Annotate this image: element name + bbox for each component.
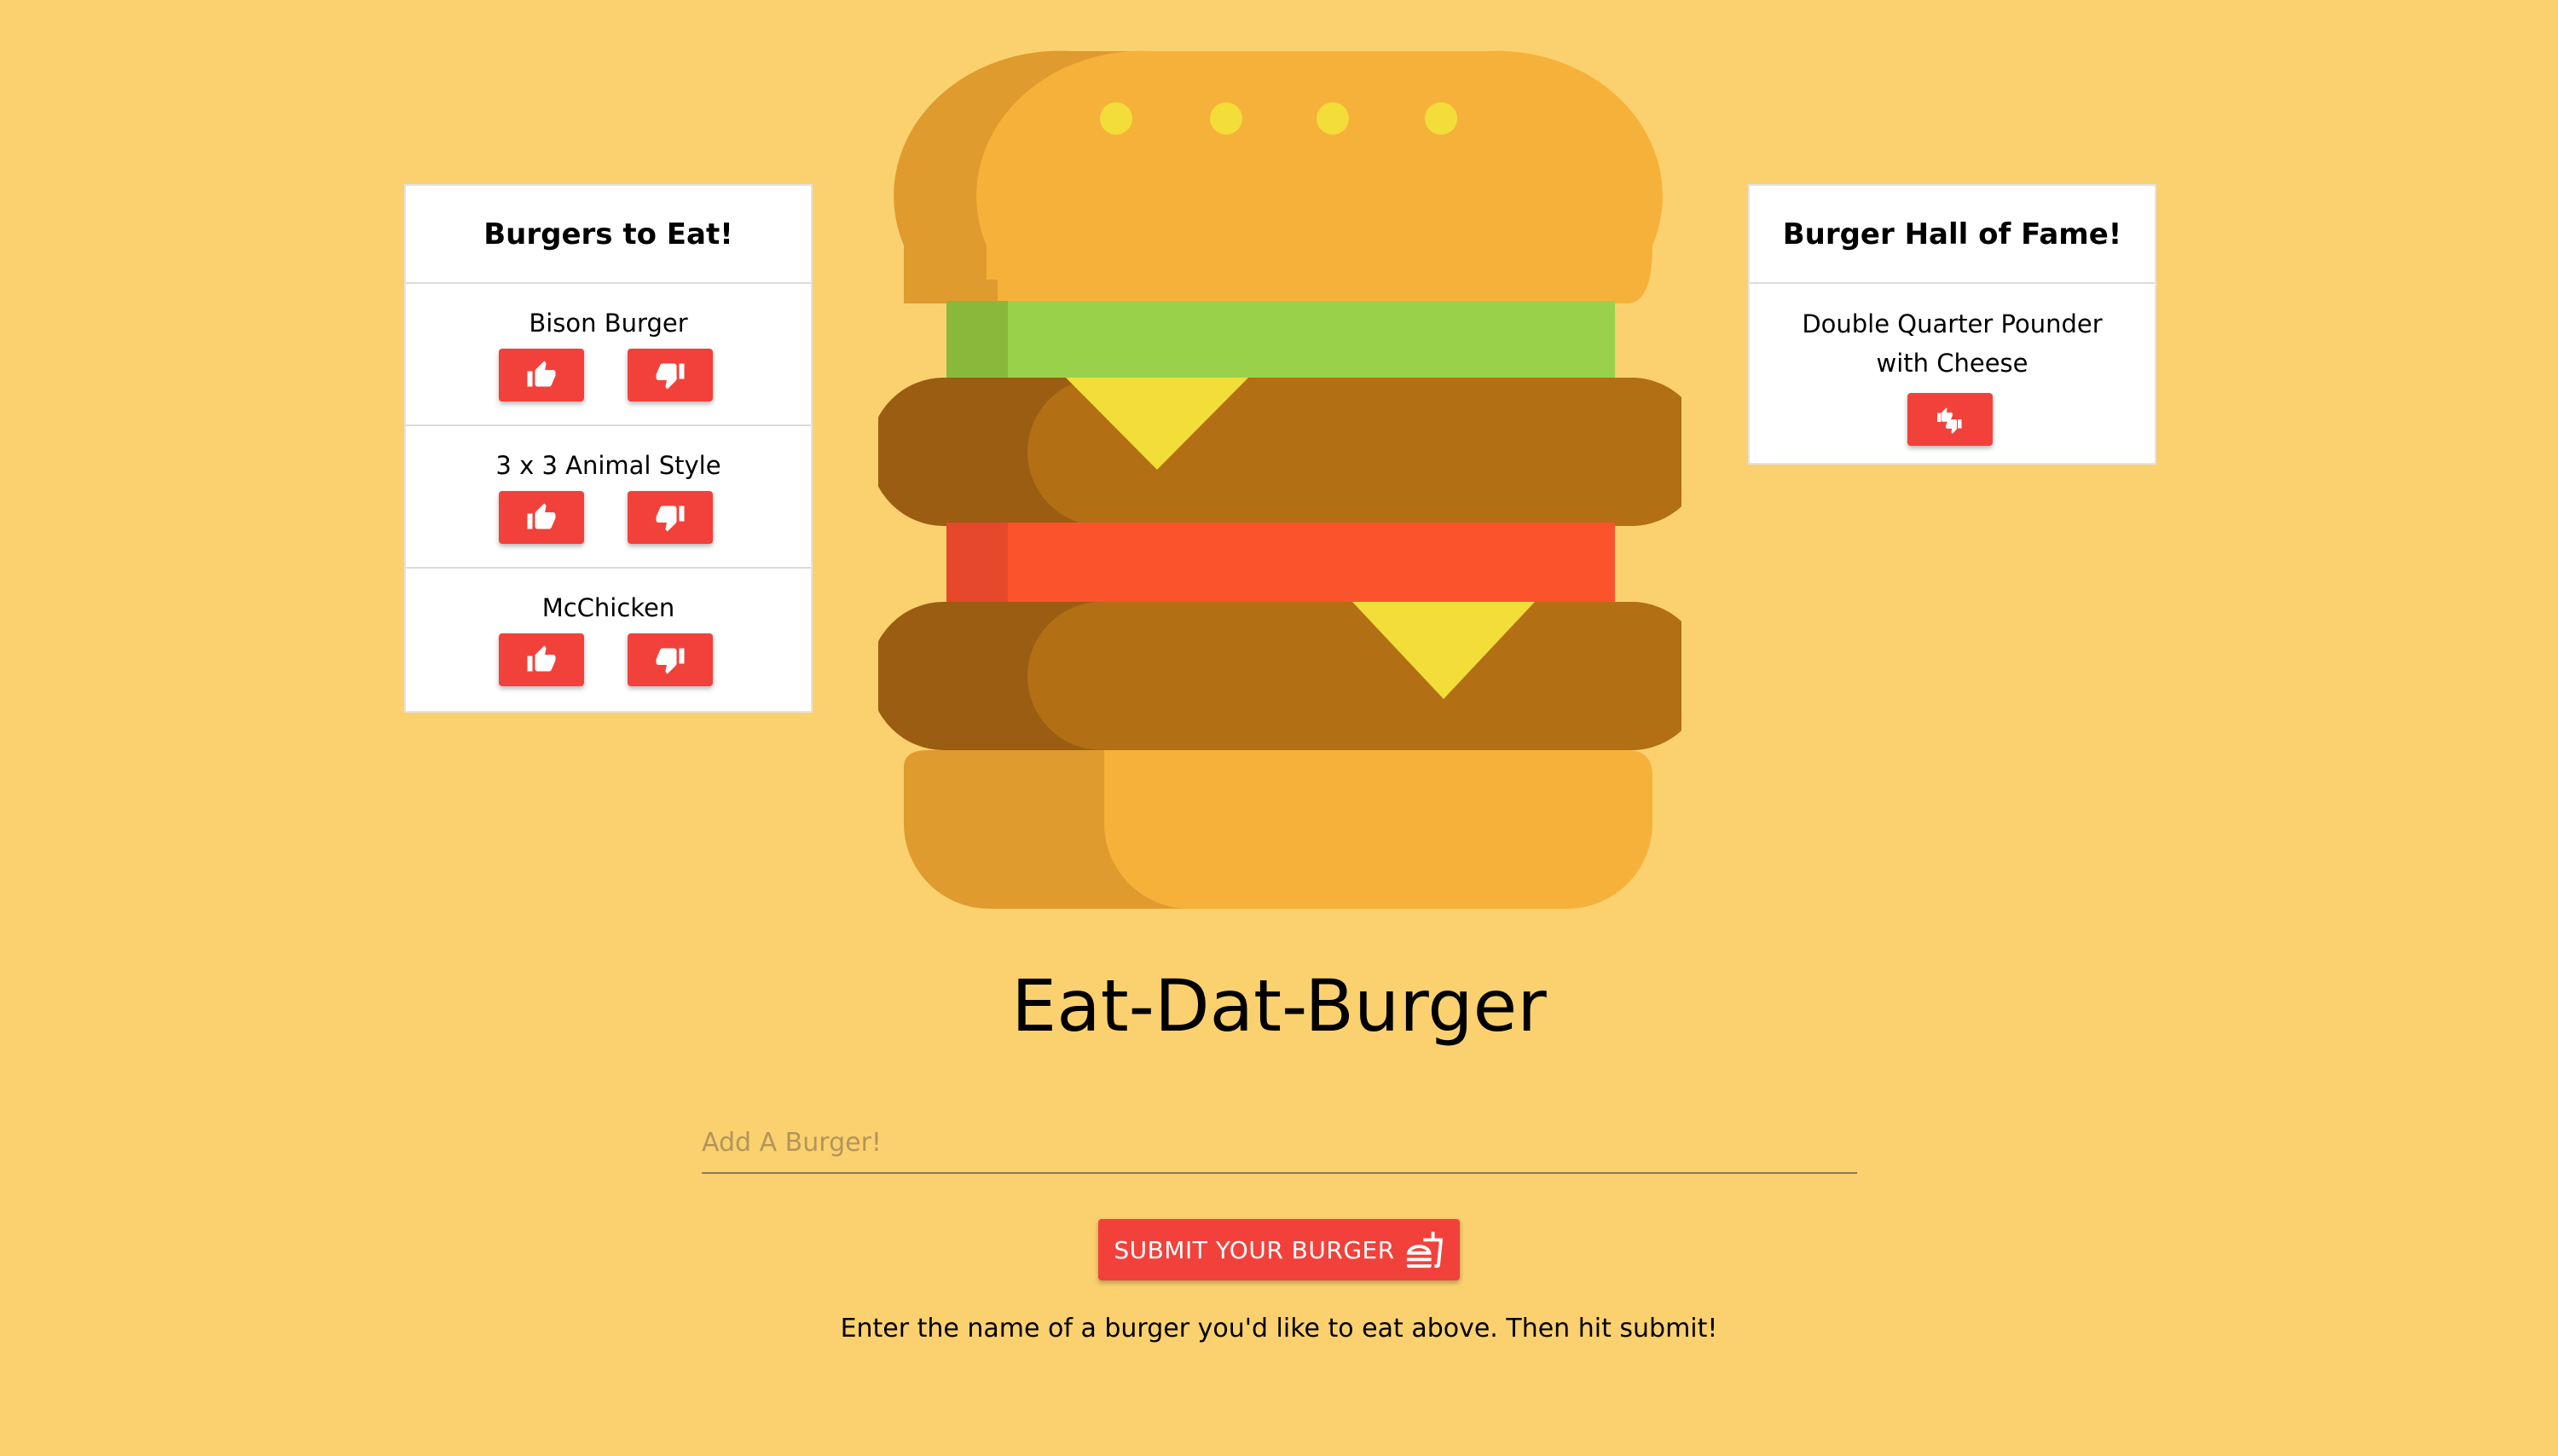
undo-devour-button[interactable] bbox=[1907, 393, 1993, 446]
list-item: Bison Burger bbox=[406, 284, 811, 426]
burger-name: 3 x 3 Animal Style bbox=[495, 451, 721, 480]
thumbs-down-icon bbox=[656, 363, 685, 390]
list-item: 3 x 3 Animal Style bbox=[406, 426, 811, 569]
sesame-seed bbox=[1317, 102, 1349, 135]
patty bbox=[1027, 602, 1681, 750]
tomato-dark bbox=[946, 523, 1008, 608]
sesame-seed bbox=[1100, 102, 1132, 135]
list-item: McChicken bbox=[406, 569, 811, 711]
devour-button[interactable] bbox=[499, 633, 584, 686]
sesame-seed bbox=[1210, 102, 1242, 135]
tomato bbox=[1008, 523, 1615, 608]
devour-button[interactable] bbox=[499, 491, 584, 544]
bottom-bun-light bbox=[1104, 750, 1652, 909]
hall-of-fame-card: Burger Hall of Fame! Double Quarter Poun… bbox=[1748, 184, 2156, 465]
burger-illustration bbox=[878, 50, 1681, 909]
thumbs-down-icon bbox=[656, 648, 685, 674]
burgers-to-eat-title: Burgers to Eat! bbox=[406, 186, 811, 284]
devour-button[interactable] bbox=[499, 349, 584, 402]
thumbs-down-icon bbox=[656, 506, 685, 532]
lettuce bbox=[1008, 301, 1615, 386]
reject-button[interactable] bbox=[628, 491, 713, 544]
submit-button-label: SUBMIT YOUR BURGER bbox=[1114, 1235, 1395, 1264]
thumbs-swap-icon bbox=[1937, 407, 1962, 434]
submit-burger-button[interactable]: SUBMIT YOUR BURGER bbox=[1098, 1219, 1460, 1280]
thumbs-up-icon bbox=[527, 503, 556, 529]
lettuce-dark bbox=[946, 301, 1008, 386]
burger-name: Double Quarter Pounder with Cheese bbox=[1802, 309, 2103, 378]
burgers-to-eat-card: Burgers to Eat! Bison Burger 3 x 3 Anima… bbox=[404, 184, 813, 713]
thumbs-up-icon bbox=[527, 361, 556, 387]
hamburger-soda-icon bbox=[1406, 1231, 1443, 1268]
list-item: Double Quarter Pounder with Cheese bbox=[1750, 284, 2155, 446]
sesame-seed bbox=[1425, 102, 1457, 135]
reject-button[interactable] bbox=[628, 633, 713, 686]
burger-name: McChicken bbox=[541, 593, 675, 622]
burger-name: Bison Burger bbox=[529, 309, 688, 338]
top-bun-light bbox=[976, 50, 1663, 303]
reject-button[interactable] bbox=[628, 349, 713, 402]
form-hint: Enter the name of a burger you'd like to… bbox=[840, 1314, 1718, 1343]
hall-of-fame-title: Burger Hall of Fame! bbox=[1750, 186, 2155, 284]
thumbs-up-icon bbox=[527, 645, 556, 672]
burger-name-input[interactable] bbox=[702, 1112, 1857, 1174]
page-title: Eat-Dat-Burger bbox=[1011, 964, 1547, 1048]
